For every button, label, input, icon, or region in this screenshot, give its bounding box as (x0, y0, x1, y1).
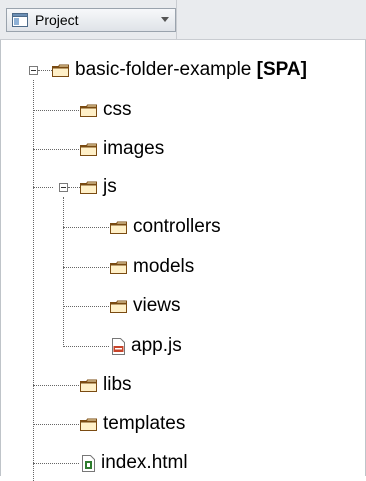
tree-node-label: models (133, 256, 195, 277)
folder-icon (110, 221, 127, 234)
tree-node-label: templates (103, 413, 186, 434)
collapse-toggle-icon[interactable] (59, 183, 68, 192)
tree-guide-line (33, 187, 53, 188)
folder-icon (52, 64, 69, 77)
tree-guide-line (33, 110, 79, 111)
folder-icon (80, 418, 97, 431)
tree-node-label: css (103, 99, 132, 120)
tree-guide-line (63, 227, 109, 228)
tree-node-models[interactable]: models (110, 257, 194, 277)
tree-node-controllers[interactable]: controllers (110, 217, 221, 237)
tree-guide-line (63, 197, 64, 347)
tool-window-header: Project (0, 0, 366, 40)
folder-icon (110, 300, 127, 313)
project-view-label: Project (35, 12, 79, 28)
tree-guide-line (33, 463, 79, 464)
folder-icon (80, 181, 97, 194)
tree-guide-line (33, 80, 34, 481)
tree-guide-line (33, 424, 79, 425)
tree-node-images[interactable]: images (80, 139, 164, 159)
folder-icon (80, 143, 97, 156)
folder-icon (80, 379, 97, 392)
js-file-icon (112, 337, 125, 355)
tree-guide-line (63, 346, 109, 347)
tree-node-js[interactable]: js (80, 177, 117, 197)
tree-node-label: app.js (131, 335, 182, 356)
collapse-toggle-icon[interactable] (29, 66, 38, 75)
tree-node-label: index.html (101, 452, 188, 473)
tree-node-label: basic-folder-example (75, 59, 252, 80)
tree-node-css[interactable]: css (80, 100, 132, 120)
html-file-icon (82, 454, 95, 472)
project-icon (12, 13, 28, 27)
tree-guide-line (68, 187, 80, 188)
chevron-down-icon (161, 17, 169, 22)
tree-guide-line (63, 267, 109, 268)
tree-guide-line (38, 70, 52, 71)
tree-node-label: images (103, 138, 165, 159)
tree-node-views[interactable]: views (110, 296, 181, 316)
tree-node-label: js (103, 176, 117, 197)
module-badge: [SPA] (256, 59, 307, 80)
tree-node-index-html[interactable]: index.html (82, 453, 188, 473)
header-divider (176, 0, 177, 40)
folder-icon (110, 261, 127, 274)
tree-guide-line (63, 306, 109, 307)
tree-node-label: views (133, 295, 181, 316)
tree-guide-line (33, 385, 79, 386)
project-view-dropdown[interactable]: Project (6, 8, 176, 32)
tree-node-label: libs (103, 374, 132, 395)
tree-node-label: controllers (133, 216, 221, 237)
tree-node-libs[interactable]: libs (80, 375, 132, 395)
tree-node-app-js[interactable]: app.js (112, 336, 182, 356)
tree-node-templates[interactable]: templates (80, 414, 185, 434)
project-tree: basic-folder-example [SPA] css images js… (0, 40, 366, 481)
folder-icon (80, 104, 97, 117)
tree-guide-line (33, 149, 79, 150)
tree-node-root[interactable]: basic-folder-example [SPA] (52, 60, 307, 80)
